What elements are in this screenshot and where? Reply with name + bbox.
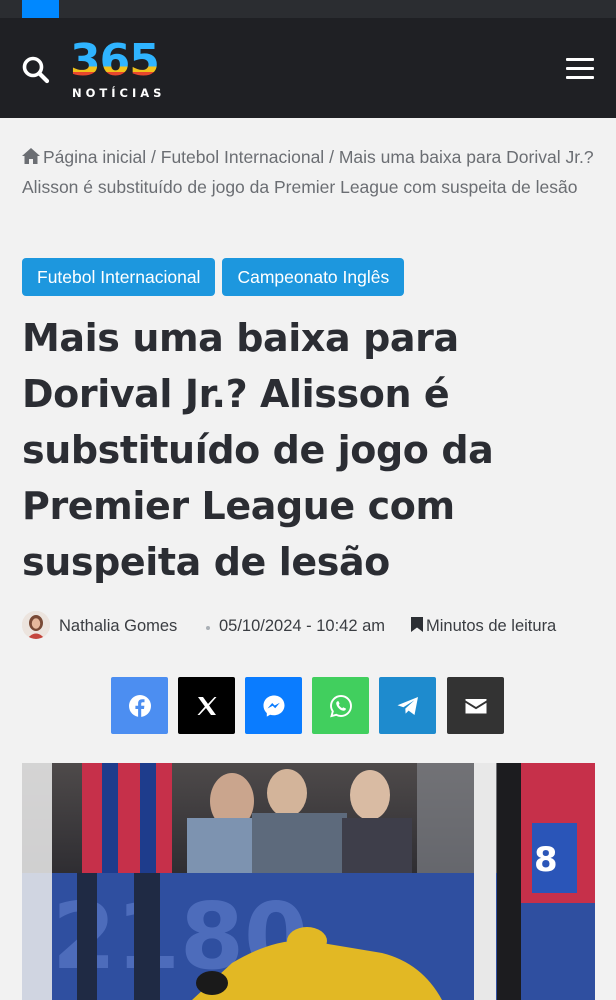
hamburger-menu-icon[interactable] xyxy=(564,56,596,82)
reading-time-label: Minutos de leitura xyxy=(426,617,557,635)
category-tags: Futebol Internacional Campeonato Inglês xyxy=(22,258,405,296)
author-avatar[interactable] xyxy=(22,611,50,639)
category-tag-campeonato-ingles[interactable]: Campeonato Inglês xyxy=(222,258,405,296)
breadcrumb-separator: / xyxy=(329,147,334,167)
meta-separator-dot xyxy=(206,626,210,630)
telegram-icon xyxy=(397,696,418,715)
share-messenger-button[interactable] xyxy=(245,677,302,734)
site-logo[interactable]: 365 NOTÍCIAS xyxy=(70,35,182,101)
envelope-icon xyxy=(465,698,486,713)
logo-number: 365 xyxy=(70,35,160,86)
breadcrumb-section-link[interactable]: Futebol Internacional xyxy=(161,147,324,167)
top-bar xyxy=(0,0,616,18)
facebook-icon xyxy=(128,694,151,717)
search-icon[interactable] xyxy=(20,54,52,86)
home-icon xyxy=(22,148,40,164)
share-facebook-button[interactable] xyxy=(111,677,168,734)
x-icon xyxy=(197,696,216,715)
share-telegram-button[interactable] xyxy=(379,677,436,734)
share-email-button[interactable] xyxy=(447,677,504,734)
featured-photo: 2180 8 xyxy=(22,763,595,1000)
whatsapp-icon xyxy=(329,694,352,717)
breadcrumb: Página inicial / Futebol Internacional /… xyxy=(22,142,602,202)
category-tag-futebol-internacional[interactable]: Futebol Internacional xyxy=(22,258,216,296)
share-buttons xyxy=(111,677,505,734)
breadcrumb-home-link[interactable]: Página inicial xyxy=(43,147,146,167)
breadcrumb-separator: / xyxy=(151,147,156,167)
bookmark-icon xyxy=(411,617,423,632)
svg-text:8: 8 xyxy=(534,840,558,880)
article-meta: Nathalia Gomes 05/10/2024 - 10:42 am Min… xyxy=(22,611,602,641)
site-header: 365 NOTÍCIAS xyxy=(0,18,616,118)
publish-date: 05/10/2024 - 10:42 am xyxy=(219,617,386,635)
article-title: Mais uma baixa para Dorival Jr.? Alisson… xyxy=(22,316,494,584)
share-whatsapp-button[interactable] xyxy=(312,677,369,734)
messenger-icon xyxy=(263,695,284,717)
top-bar-accent xyxy=(22,0,59,18)
author-name[interactable]: Nathalia Gomes xyxy=(59,617,177,636)
logo-subtitle: NOTÍCIAS xyxy=(72,86,166,100)
share-x-button[interactable] xyxy=(178,677,235,734)
reading-time: Minutos de leitura xyxy=(411,617,556,636)
